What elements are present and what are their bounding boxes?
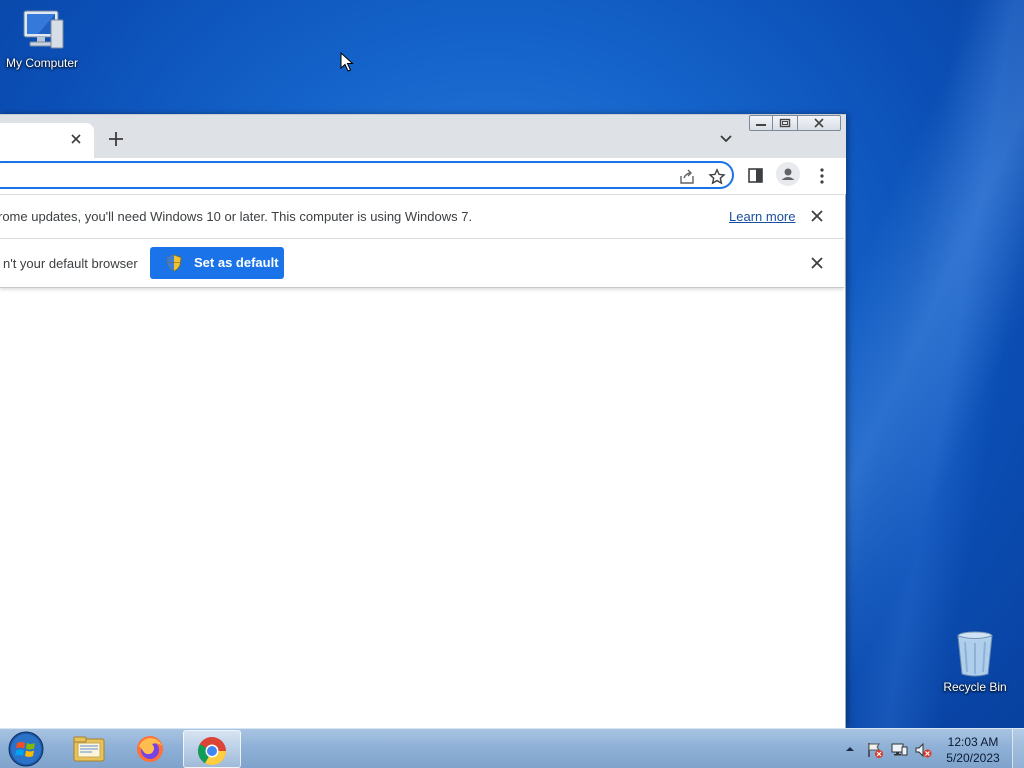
- mouse-cursor-icon: [340, 52, 354, 72]
- person-icon: [781, 168, 795, 180]
- taskbar-chrome[interactable]: [183, 730, 241, 768]
- plus-icon[interactable]: [106, 129, 126, 149]
- volume-muted-icon[interactable]: [914, 741, 932, 759]
- close-icon[interactable]: [808, 207, 826, 225]
- chrome-icon: [198, 737, 226, 765]
- learn-more-link[interactable]: Learn more: [729, 209, 795, 224]
- action-center-flag-icon[interactable]: [866, 741, 884, 759]
- desktop-icon-label: My Computer: [5, 56, 79, 70]
- maximize-button[interactable]: [772, 115, 798, 131]
- set-as-default-label: Set as default: [194, 255, 279, 270]
- close-icon[interactable]: [808, 254, 826, 272]
- clock-date: 5/20/2023: [946, 751, 1000, 765]
- close-icon[interactable]: [68, 131, 84, 147]
- uac-shield-icon: [166, 254, 182, 272]
- browser-tab[interactable]: [0, 123, 94, 159]
- infobar-message: n't your default browser: [3, 256, 138, 271]
- recycle-bin-icon: [957, 631, 993, 677]
- network-icon[interactable]: [890, 741, 908, 759]
- taskbar-file-explorer[interactable]: [60, 730, 118, 768]
- minimize-button[interactable]: [749, 115, 773, 131]
- share-icon[interactable]: [678, 168, 696, 186]
- taskbar: 12:03 AM 5/20/2023: [0, 728, 1024, 768]
- desktop-icon-label: Recycle Bin: [943, 680, 1007, 694]
- infobar-message: rome updates, you'll need Windows 10 or …: [0, 209, 473, 224]
- update-infobar: rome updates, you'll need Windows 10 or …: [0, 194, 844, 238]
- show-hidden-icons-icon[interactable]: [845, 745, 855, 753]
- close-icon: [814, 118, 824, 128]
- minimize-icon: [756, 124, 766, 126]
- star-icon[interactable]: [708, 168, 726, 186]
- file-explorer-icon: [73, 736, 105, 762]
- menu-icon[interactable]: [812, 166, 832, 186]
- computer-icon: [23, 10, 64, 49]
- desktop-icon-recycle-bin[interactable]: Recycle Bin: [933, 630, 1017, 694]
- clock-time: 12:03 AM: [947, 735, 999, 749]
- chevron-down-icon[interactable]: [716, 131, 736, 147]
- show-desktop-button[interactable]: [1012, 729, 1024, 768]
- profile-avatar[interactable]: [776, 162, 800, 186]
- system-clock[interactable]: 12:03 AM 5/20/2023: [938, 734, 1008, 766]
- windows-start-icon[interactable]: [6, 730, 46, 768]
- firefox-icon: [137, 736, 163, 762]
- set-as-default-button[interactable]: Set as default: [150, 247, 284, 279]
- taskbar-firefox[interactable]: [121, 730, 179, 768]
- restore-icon: [779, 118, 791, 128]
- desktop-icon-my-computer[interactable]: My Computer: [0, 8, 84, 70]
- default-browser-infobar: n't your default browser Set as default: [0, 238, 844, 288]
- side-panel-icon[interactable]: [746, 166, 766, 186]
- browser-tab-strip: [0, 114, 846, 159]
- address-bar[interactable]: [0, 161, 734, 189]
- browser-toolbar: [0, 158, 846, 194]
- close-window-button[interactable]: [797, 115, 841, 131]
- chrome-window: rome updates, you'll need Windows 10 or …: [0, 114, 846, 728]
